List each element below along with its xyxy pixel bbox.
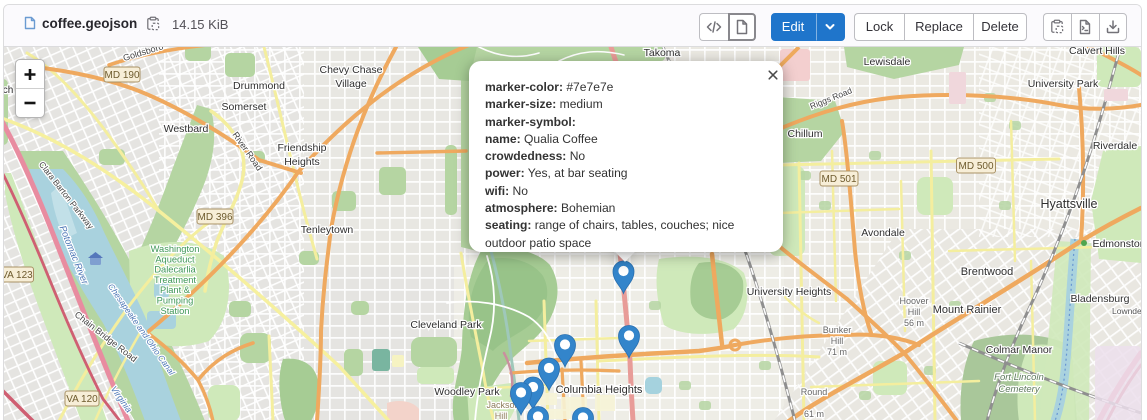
- svg-text:VA 123: VA 123: [4, 270, 33, 281]
- svg-text:Edmonston: Edmonston: [1092, 238, 1141, 250]
- svg-text:MD 396: MD 396: [197, 212, 232, 223]
- svg-text:Hill: Hill: [495, 411, 508, 420]
- svg-text:Columbia Heights: Columbia Heights: [556, 384, 643, 396]
- svg-text:61 m: 61 m: [804, 409, 824, 419]
- svg-text:Aqueduct: Aqueduct: [155, 254, 195, 264]
- svg-text:University Park: University Park: [1028, 78, 1099, 90]
- svg-text:Mount Rainier: Mount Rainier: [933, 304, 1002, 316]
- svg-text:Riverdale: Riverdale: [1093, 140, 1138, 152]
- svg-text:Hill: Hill: [831, 336, 844, 346]
- svg-text:MD 500: MD 500: [958, 161, 993, 172]
- svg-text:Treatment: Treatment: [154, 275, 196, 285]
- svg-text:Washington: Washington: [151, 244, 200, 254]
- svg-text:Plant &: Plant &: [160, 285, 191, 295]
- svg-text:Heights: Heights: [284, 156, 320, 168]
- svg-text:Drummond: Drummond: [233, 80, 285, 92]
- svg-text:71 m: 71 m: [827, 347, 847, 357]
- svg-text:Village: Village: [335, 78, 366, 90]
- svg-text:Brentwood: Brentwood: [961, 266, 1014, 278]
- svg-text:56 m: 56 m: [904, 318, 924, 328]
- svg-text:University Heights: University Heights: [747, 286, 832, 298]
- svg-text:Chevy Chase: Chevy Chase: [319, 64, 382, 76]
- svg-text:Somerset: Somerset: [222, 101, 267, 113]
- svg-text:MD 501: MD 501: [821, 174, 856, 185]
- svg-text:Hyattsville: Hyattsville: [1041, 197, 1098, 211]
- svg-text:Fort Lincoln: Fort Lincoln: [994, 372, 1044, 383]
- svg-text:Hill: Hill: [908, 307, 921, 317]
- svg-text:Westbard: Westbard: [164, 123, 209, 135]
- svg-text:Cemetery: Cemetery: [998, 384, 1040, 395]
- svg-text:Pumping: Pumping: [157, 296, 194, 306]
- svg-text:Calvert Hills: Calvert Hills: [1069, 47, 1125, 57]
- svg-text:MD 190: MD 190: [104, 70, 139, 81]
- svg-text:Hoover: Hoover: [899, 296, 928, 306]
- svg-text:Round: Round: [801, 387, 828, 397]
- svg-text:Friendship: Friendship: [277, 142, 326, 154]
- svg-text:Bladensburg: Bladensburg: [1071, 293, 1130, 305]
- svg-text:Takoma: Takoma: [644, 47, 681, 59]
- svg-text:VA 120: VA 120: [66, 394, 98, 405]
- svg-text:Woodley Park: Woodley Park: [434, 386, 500, 398]
- svg-text:Station: Station: [161, 306, 190, 316]
- svg-text:Lowndes: Lowndes: [1112, 306, 1141, 316]
- svg-text:Avondale: Avondale: [861, 227, 905, 239]
- svg-text:ch: ch: [4, 85, 13, 96]
- svg-text:Bunker: Bunker: [823, 325, 852, 335]
- svg-text:Cleveland Park: Cleveland Park: [410, 319, 482, 331]
- svg-text:Colmar Manor: Colmar Manor: [986, 344, 1053, 356]
- svg-text:Chillum: Chillum: [787, 128, 822, 140]
- svg-text:Tenleytown: Tenleytown: [301, 224, 354, 236]
- svg-text:Lewisdale: Lewisdale: [864, 56, 911, 68]
- svg-text:Dalecarlia: Dalecarlia: [154, 265, 196, 275]
